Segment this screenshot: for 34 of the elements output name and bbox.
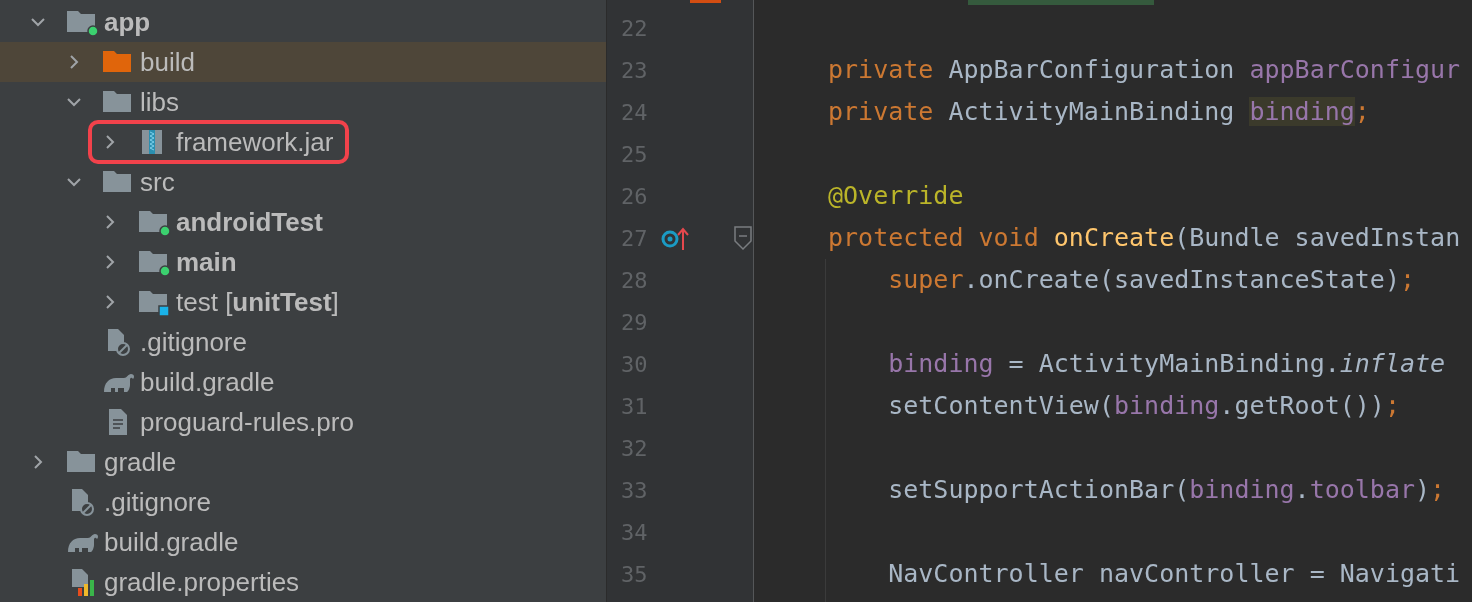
tree-item[interactable]: framework.jar (0, 122, 606, 162)
tree-item[interactable]: androidTest (0, 202, 606, 242)
tree-item[interactable]: .gitignore (0, 482, 606, 522)
code-line: super.onCreate(savedInstanceState); (888, 265, 1416, 294)
code-line: setContentView(binding.getRoot()); (888, 391, 1400, 420)
tree-item[interactable]: app (0, 2, 606, 42)
code-line: binding = ActivityMainBinding.inflate (888, 349, 1446, 378)
tree-item[interactable]: gradle.properties (0, 562, 606, 602)
tree-item[interactable]: build.gradle (0, 362, 606, 402)
code-line: protected void onCreate(Bundle savedInstan (828, 223, 1461, 252)
fold-icon[interactable] (733, 225, 753, 251)
source-folder-icon (138, 248, 172, 276)
highlight-frame: framework.jar (90, 122, 348, 162)
tree-item[interactable]: main (0, 242, 606, 282)
item-label: main (176, 246, 237, 278)
item-label: androidTest (176, 206, 323, 238)
tree-item[interactable]: proguard-rules.pro (0, 402, 606, 442)
item-label: app (104, 6, 151, 38)
tree-item[interactable]: build (0, 42, 606, 82)
tree-item[interactable]: .gitignore (0, 322, 606, 362)
tree-item[interactable]: build.gradle (0, 522, 606, 562)
code-line: private ActivityMainBinding binding; (828, 97, 1370, 126)
code-line: private AppBarConfiguration appBarConfigur (828, 55, 1461, 84)
tree-item[interactable]: test [unitTest] (0, 282, 606, 322)
error-stripe-mark (690, 0, 721, 3)
module-folder-icon (66, 8, 100, 36)
test-folder-icon (138, 288, 172, 316)
tree-item[interactable]: src (0, 162, 606, 202)
tree-item[interactable]: libs (0, 82, 606, 122)
source-folder-icon (138, 208, 172, 236)
code-line: @Override (828, 181, 964, 210)
code-line: setSupportActionBar(binding.toolbar); (888, 475, 1446, 504)
code-line: NavController navController = Navigati (888, 559, 1461, 588)
tree-item[interactable]: gradle (0, 442, 606, 482)
